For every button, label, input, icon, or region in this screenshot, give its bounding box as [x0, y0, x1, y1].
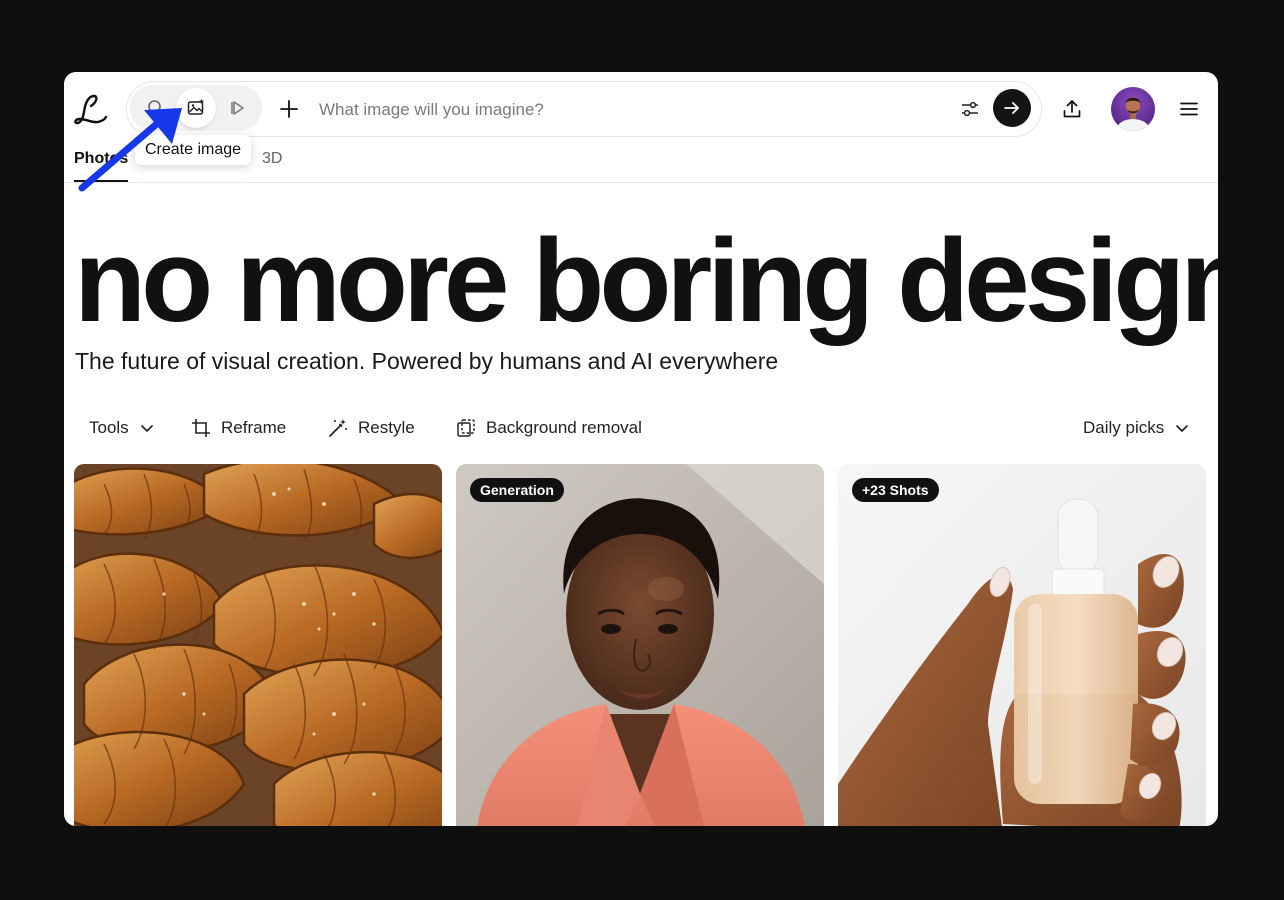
sort-dropdown[interactable]: Daily picks	[1083, 414, 1190, 442]
submit-button[interactable]	[993, 89, 1031, 127]
background-removal-label: Background removal	[486, 418, 642, 437]
shots-count-badge: +23 Shots	[852, 478, 939, 502]
tab-3d[interactable]: 3D	[262, 146, 282, 180]
plus-icon	[280, 100, 298, 118]
chevron-down-icon	[140, 425, 153, 432]
sliders-icon	[962, 101, 978, 117]
annotation-arrow-icon	[78, 108, 182, 192]
portrait-image	[456, 464, 824, 826]
croissants-image	[74, 464, 442, 826]
upload-button[interactable]	[1057, 94, 1087, 124]
image-card-portrait[interactable]: Generation	[456, 464, 824, 826]
video-mode-button[interactable]	[218, 88, 258, 128]
upload-icon	[1063, 100, 1081, 118]
restyle-button[interactable]: Restyle	[328, 414, 415, 442]
arrow-right-icon	[1004, 102, 1019, 114]
sort-label: Daily picks	[1083, 418, 1165, 437]
avatar[interactable]	[1111, 87, 1155, 131]
image-card-croissants[interactable]	[74, 464, 442, 826]
chevron-down-icon	[1176, 425, 1189, 432]
background-removal-button[interactable]: Background removal	[456, 414, 642, 442]
add-button[interactable]	[275, 95, 303, 123]
magic-wand-icon	[329, 419, 347, 437]
reframe-button[interactable]: Reframe	[191, 414, 286, 442]
tab-divider	[64, 182, 1218, 183]
tools-dropdown[interactable]: Tools	[89, 414, 155, 442]
hero-subtitle: The future of visual creation. Powered b…	[75, 348, 779, 374]
generation-badge: Generation	[470, 478, 564, 502]
app-window: Photos 3D Create image no more boring de…	[64, 72, 1218, 826]
settings-button[interactable]	[955, 94, 985, 124]
restyle-label: Restyle	[358, 418, 415, 437]
prompt-input[interactable]	[317, 92, 941, 128]
hero-title: no more boring design	[74, 215, 1218, 347]
background-removal-icon	[457, 419, 475, 437]
image-card-serum[interactable]: +23 Shots	[838, 464, 1206, 826]
hamburger-icon	[1180, 102, 1198, 116]
tools-label: Tools	[89, 418, 129, 437]
crop-icon	[192, 419, 210, 437]
user-photo	[1117, 97, 1149, 131]
search-bar	[126, 81, 1042, 137]
menu-button[interactable]	[1174, 94, 1204, 124]
reframe-label: Reframe	[221, 418, 287, 437]
serum-bottle-image	[838, 464, 1206, 826]
play-sparkle-icon	[231, 101, 244, 115]
